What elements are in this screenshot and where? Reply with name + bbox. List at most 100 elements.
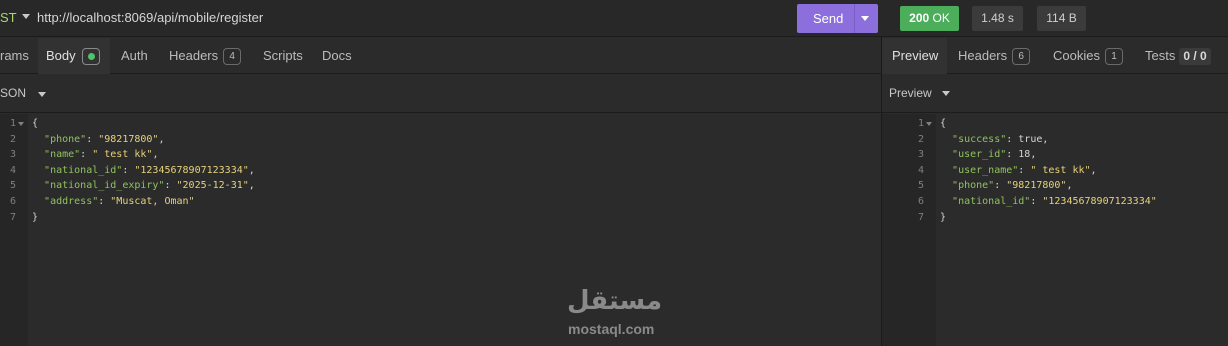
- body-status-dot-icon: [81, 48, 100, 66]
- line-number: 2: [9, 133, 16, 145]
- code-line: }: [32, 211, 39, 223]
- line-number: 3: [917, 149, 924, 161]
- tab-auth[interactable]: Auth: [121, 38, 148, 74]
- code-line: "national_id": "12345678907123334": [952, 196, 1157, 207]
- tab-label: Tests: [1145, 48, 1176, 63]
- code-line: "phone": "98217800",: [952, 180, 1073, 192]
- send-button-label: Send: [813, 11, 844, 26]
- tab-label: Headers: [958, 48, 1008, 63]
- request-bar: ST http://localhost:8069/api/mobile/regi…: [0, 0, 1228, 37]
- send-divider: [854, 4, 855, 33]
- line-gutter: [882, 114, 936, 346]
- body-format-select[interactable]: SON: [0, 86, 26, 100]
- tab-body[interactable]: Body: [38, 38, 110, 74]
- request-body-editor[interactable]: 1 {2 "phone": "98217800", 3 "name": " test…: [0, 114, 881, 346]
- tab-preview[interactable]: Preview: [882, 38, 947, 74]
- json-key: "phone": [952, 180, 995, 192]
- response-tabs: Preview Headers 6 Cookies 1 Tests 0 / 0: [882, 38, 1228, 74]
- status-text: OK: [932, 11, 950, 25]
- status-badge: 200 OK: [900, 6, 959, 31]
- tests-score-badge: 0 / 0: [1179, 48, 1211, 66]
- code-line: "national_id_expiry": "2025-12-31",: [44, 180, 255, 192]
- code-line: "phone": "98217800",: [44, 133, 165, 145]
- json-key: "national_id": [952, 196, 1031, 207]
- url-input[interactable]: http://localhost:8069/api/mobile/registe…: [37, 10, 263, 25]
- cookies-count-badge: 1: [1104, 48, 1123, 66]
- code-line: "user_id": 18,: [952, 149, 1037, 161]
- code-line: "address": "Muscat, Oman": [44, 196, 195, 207]
- json-value: "98217800": [1006, 180, 1067, 192]
- code-line: {: [32, 118, 39, 129]
- line-number: 7: [9, 211, 16, 223]
- code-line: "name": " test kk",: [44, 149, 159, 161]
- json-key: "phone": [44, 133, 87, 145]
- tab-params[interactable]: rams: [0, 38, 38, 74]
- json-key: "name": [44, 149, 81, 161]
- tab-response-headers[interactable]: Headers 6: [958, 38, 1031, 74]
- send-options-chevron-icon[interactable]: [861, 16, 869, 21]
- tab-label: Headers: [169, 48, 219, 63]
- code-line: "success": true,: [952, 133, 1049, 145]
- body-format-bar: SON: [0, 75, 881, 113]
- tab-label: Docs: [322, 48, 352, 63]
- line-number: 1: [917, 118, 924, 129]
- line-number: 5: [9, 180, 16, 192]
- watermark-logo: مستقل: [567, 286, 663, 316]
- json-key: "national_id": [44, 164, 123, 176]
- tab-headers[interactable]: Headers 4: [169, 38, 242, 74]
- tab-label: Auth: [121, 48, 148, 63]
- line-number: 1: [9, 118, 16, 129]
- response-headers-count-badge: 6: [1012, 48, 1031, 66]
- fold-chevron-icon[interactable]: [18, 122, 24, 126]
- tab-label: Cookies: [1053, 48, 1100, 63]
- tab-label: Scripts: [263, 48, 303, 63]
- chevron-down-icon[interactable]: [942, 91, 950, 96]
- json-key: "user_id": [952, 149, 1007, 161]
- send-button[interactable]: Send: [797, 4, 878, 33]
- response-preview: 1 {2 "success": true, 3 "user_id": 18, 4 "u…: [882, 114, 1228, 346]
- preview-mode-select[interactable]: Preview: [889, 86, 932, 100]
- line-number: 7: [917, 211, 924, 223]
- tab-tests[interactable]: Tests 0 / 0: [1145, 38, 1211, 74]
- tab-scripts[interactable]: Scripts: [263, 38, 303, 74]
- request-tabs: rams Body Auth Headers 4 Scripts Docs: [0, 38, 881, 74]
- watermark-text: mostaql.com: [568, 321, 655, 337]
- line-number: 4: [917, 164, 924, 176]
- headers-count-badge: 4: [223, 48, 242, 66]
- method-select[interactable]: ST: [0, 10, 17, 25]
- json-value: " test kk": [92, 149, 153, 161]
- line-number: 4: [9, 164, 16, 176]
- tab-label: Preview: [892, 48, 939, 63]
- json-value: "Muscat, Oman": [110, 196, 195, 207]
- tab-label: Body: [46, 48, 76, 63]
- preview-mode-bar: Preview: [882, 75, 1228, 113]
- status-code: 200: [909, 11, 930, 25]
- json-key: "national_id_expiry": [44, 180, 165, 192]
- tab-label: rams: [0, 48, 29, 63]
- response-size-badge: 114 B: [1037, 6, 1086, 31]
- line-number: 5: [917, 180, 924, 192]
- tab-docs[interactable]: Docs: [322, 38, 352, 74]
- chevron-down-icon[interactable]: [38, 92, 46, 97]
- json-value: true: [1018, 133, 1043, 145]
- json-value: 18: [1018, 149, 1031, 161]
- line-number: 6: [917, 196, 924, 207]
- json-value: "12345678907123334": [134, 164, 249, 176]
- json-value: "2025-12-31": [176, 180, 249, 192]
- response-time-badge: 1.48 s: [972, 6, 1023, 31]
- fold-chevron-icon[interactable]: [926, 122, 932, 126]
- json-value: "98217800": [98, 133, 159, 145]
- json-value: "12345678907123334": [1042, 196, 1157, 207]
- json-value: " test kk": [1030, 164, 1091, 176]
- line-number: 2: [917, 133, 924, 145]
- json-key: "user_name": [952, 164, 1019, 176]
- code-line: "user_name": " test kk",: [952, 164, 1097, 176]
- code-line: {: [940, 118, 947, 129]
- code-line: }: [940, 211, 947, 223]
- code-line: "national_id": "12345678907123334",: [44, 164, 255, 176]
- line-number: 3: [9, 149, 16, 161]
- chevron-down-icon[interactable]: [22, 14, 30, 19]
- json-key: "success": [952, 133, 1007, 145]
- json-key: "address": [44, 196, 99, 207]
- tab-cookies[interactable]: Cookies 1: [1053, 38, 1123, 74]
